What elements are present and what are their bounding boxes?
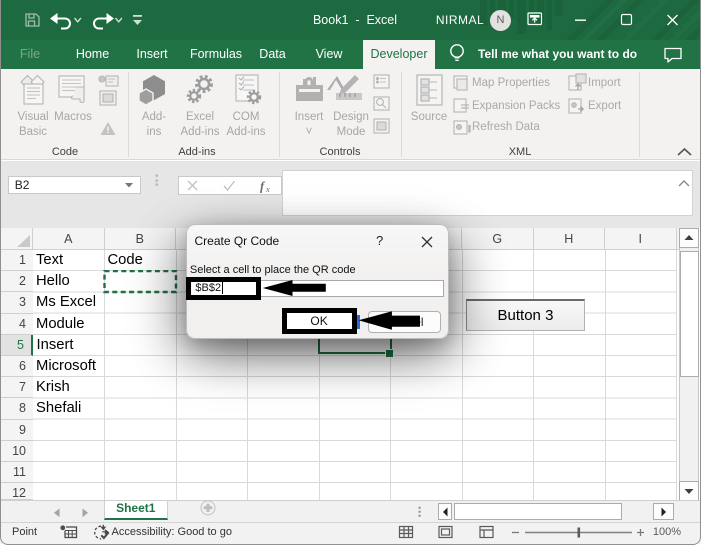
svg-text:!: ! [468, 124, 471, 134]
svg-text:x: x [265, 184, 270, 194]
svg-text:!: ! [107, 125, 110, 135]
